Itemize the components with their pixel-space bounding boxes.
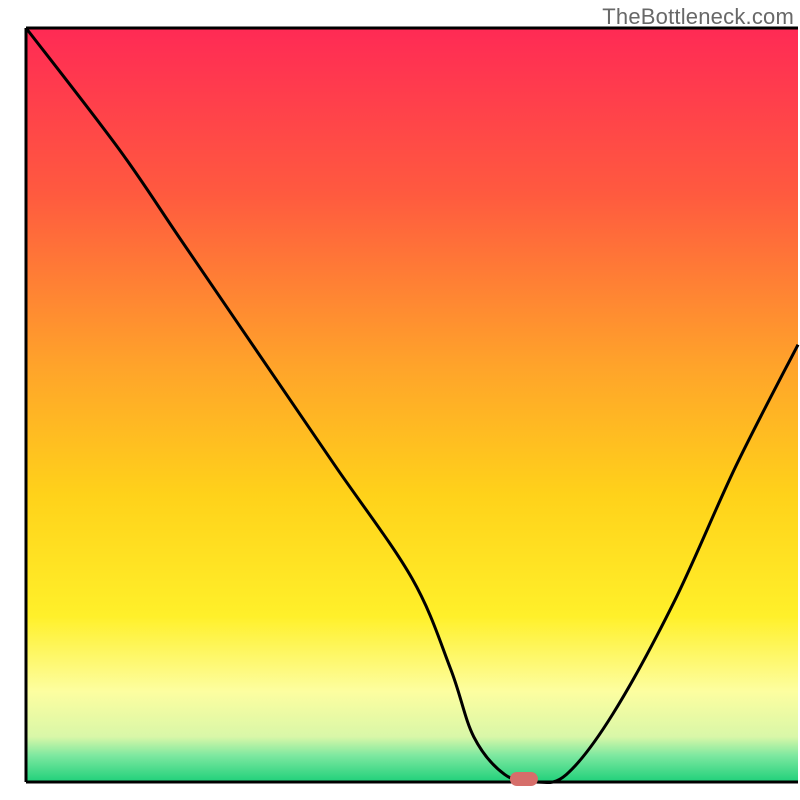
chart-stage: TheBottleneck.com [0,0,800,800]
optimum-marker [510,772,538,786]
bottleneck-chart [0,0,800,800]
watermark-text: TheBottleneck.com [602,4,794,30]
plot-background [26,28,798,782]
